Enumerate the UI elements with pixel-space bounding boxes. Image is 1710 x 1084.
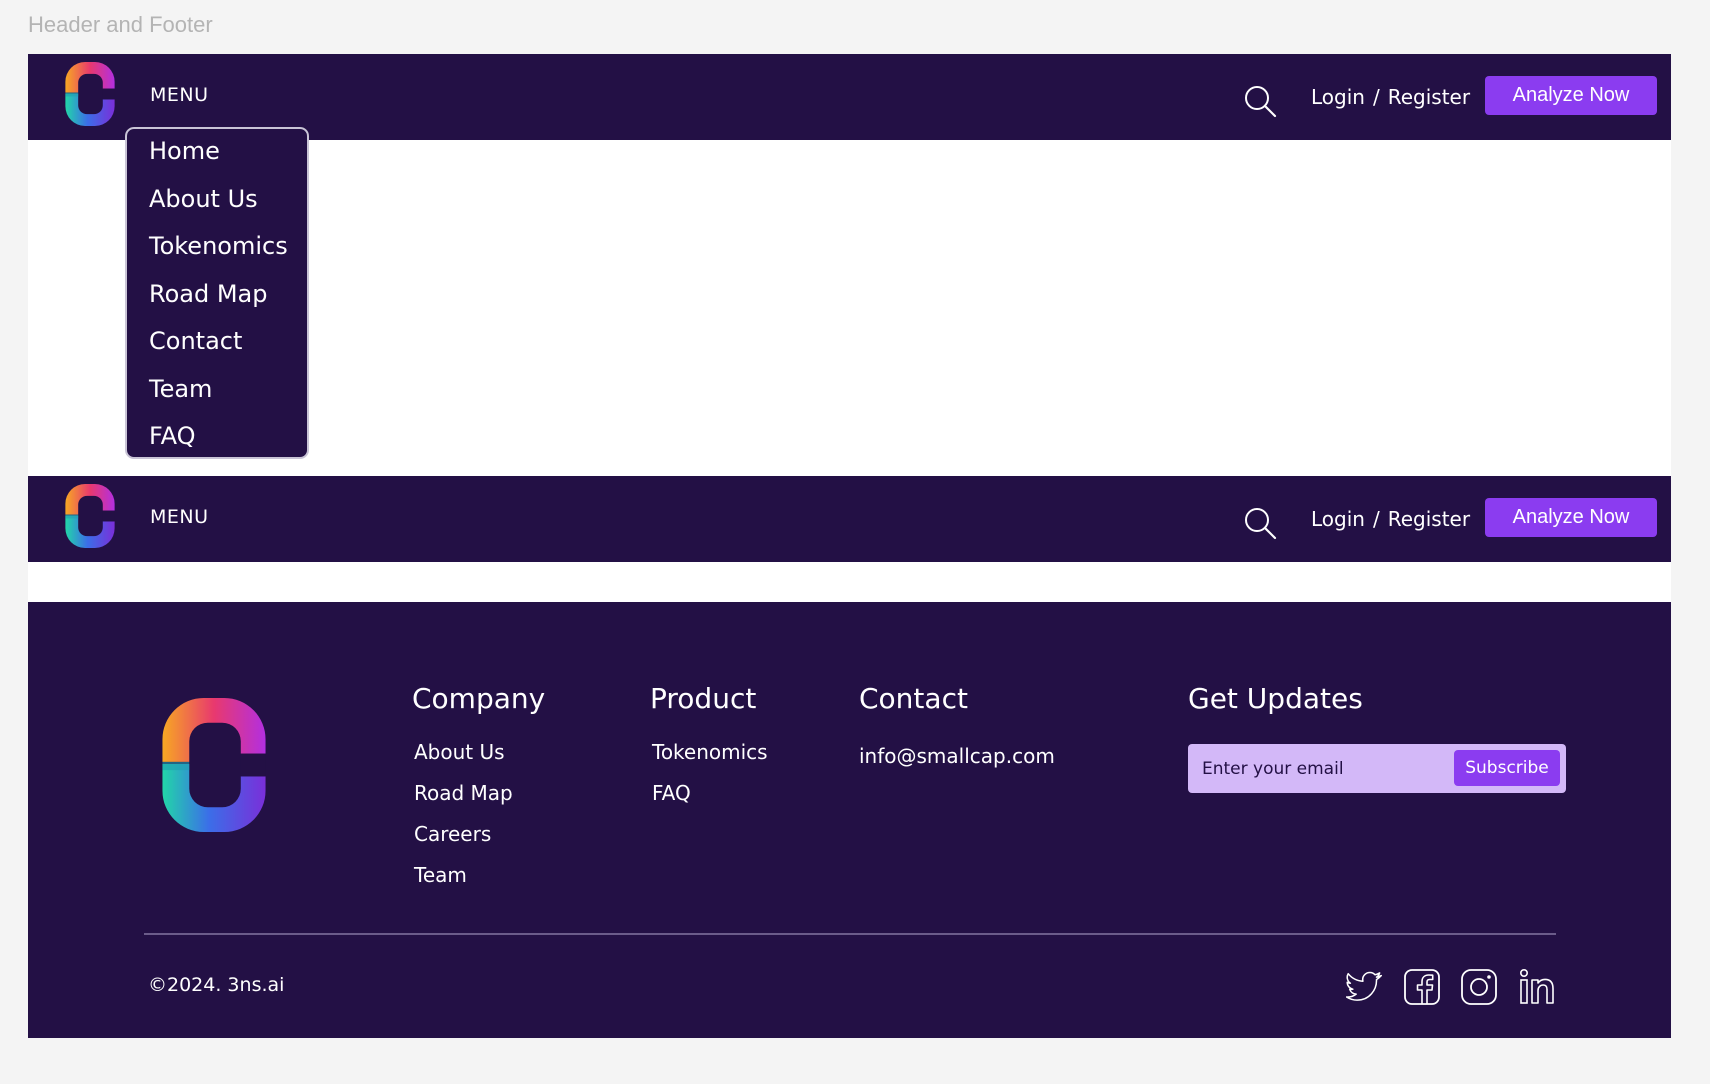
twitter-icon[interactable] (1346, 968, 1384, 1006)
menu-item-tokenomics[interactable]: Tokenomics (149, 232, 288, 260)
copyright-text: ©2024. 3ns.ai (148, 974, 285, 996)
auth-separator: / (1372, 85, 1380, 109)
menu-item-about-us[interactable]: About Us (149, 185, 258, 213)
menu-toggle[interactable]: MENU (150, 84, 209, 106)
footer-divider (144, 933, 1556, 935)
contact-email-link[interactable]: info@smallcap.com (859, 744, 1055, 768)
analyze-now-button[interactable]: Analyze Now (1485, 498, 1657, 537)
email-input[interactable] (1200, 752, 1444, 786)
brand-logo[interactable] (64, 62, 116, 126)
login-link[interactable]: Login (1311, 507, 1365, 531)
updates-heading: Get Updates (1188, 682, 1363, 715)
instagram-icon[interactable] (1460, 968, 1498, 1006)
footer-link-tokenomics[interactable]: Tokenomics (652, 740, 768, 764)
facebook-icon[interactable] (1403, 968, 1441, 1006)
brand-logo[interactable] (64, 484, 116, 548)
register-link[interactable]: Register (1388, 85, 1470, 109)
auth-separator: / (1372, 507, 1380, 531)
menu-item-home[interactable]: Home (149, 137, 220, 165)
subscribe-button[interactable]: Subscribe (1454, 750, 1560, 786)
menu-item-road-map[interactable]: Road Map (149, 280, 268, 308)
analyze-now-button[interactable]: Analyze Now (1485, 76, 1657, 115)
contact-heading: Contact (859, 682, 968, 715)
content-gap (28, 562, 1671, 602)
search-icon[interactable] (1243, 506, 1277, 540)
menu-dropdown: Home About Us Tokenomics Road Map Contac… (125, 127, 309, 459)
footer: Company About Us Road Map Careers Team P… (28, 602, 1671, 1038)
auth-links: Login / Register (1311, 85, 1470, 109)
register-link[interactable]: Register (1388, 507, 1470, 531)
menu-item-team[interactable]: Team (149, 375, 212, 403)
footer-link-team[interactable]: Team (414, 863, 467, 887)
footer-link-faq[interactable]: FAQ (652, 781, 691, 805)
menu-item-faq[interactable]: FAQ (149, 422, 196, 450)
login-link[interactable]: Login (1311, 85, 1365, 109)
menu-item-contact[interactable]: Contact (149, 327, 242, 355)
footer-link-about-us[interactable]: About Us (414, 740, 505, 764)
company-heading: Company (412, 682, 546, 715)
subscribe-form: Subscribe (1188, 744, 1566, 793)
footer-link-road-map[interactable]: Road Map (414, 781, 513, 805)
linkedin-icon[interactable] (1518, 968, 1556, 1006)
footer-link-careers[interactable]: Careers (414, 822, 491, 846)
product-heading: Product (650, 682, 757, 715)
auth-links: Login / Register (1311, 507, 1470, 531)
search-icon[interactable] (1243, 84, 1277, 118)
menu-toggle[interactable]: MENU (150, 506, 209, 528)
frame-label: Header and Footer (28, 12, 213, 37)
header-menu-closed: MENU Login / Register Analyze Now (28, 476, 1671, 562)
footer-brand-logo[interactable] (162, 698, 266, 832)
